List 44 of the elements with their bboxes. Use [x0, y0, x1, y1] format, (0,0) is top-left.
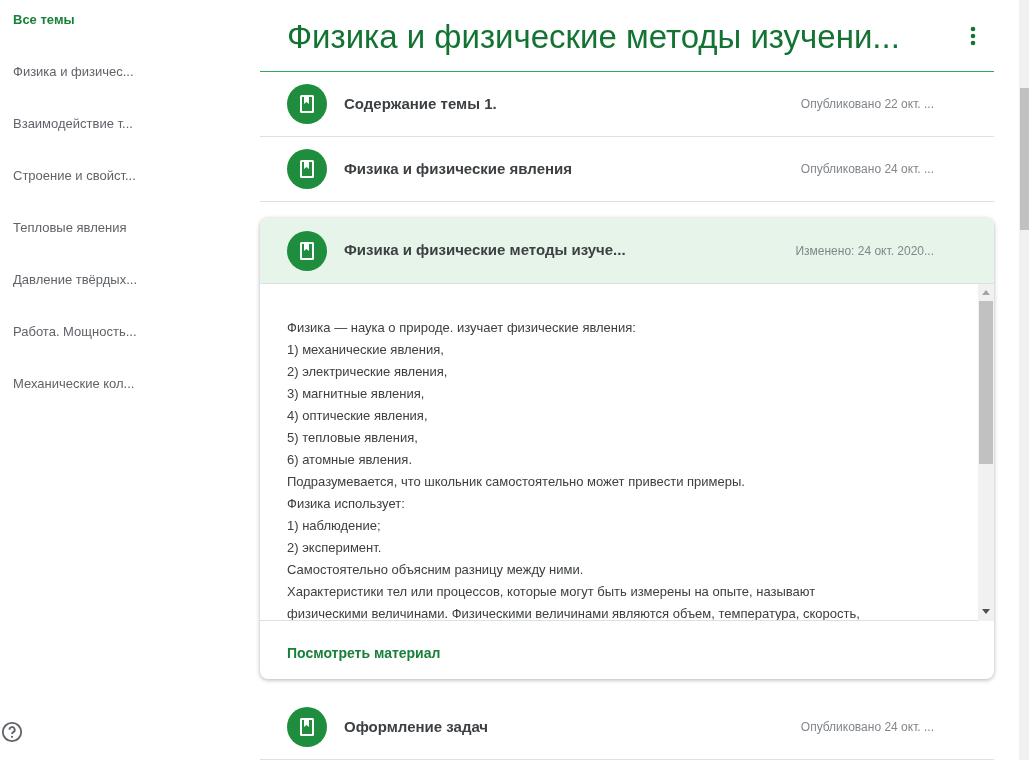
description-line: 2) эксперимент. — [287, 539, 382, 558]
book-icon — [287, 149, 327, 190]
material-title: Оформление задач — [344, 716, 490, 737]
description-line: Характеристики тел или процессов, которые могут быть измерены на опыте, называют — [287, 583, 816, 602]
description-line: 5) тепловые явления, — [287, 429, 418, 448]
material-date: Опубликовано 24 окт. ... — [800, 718, 934, 736]
more-icon[interactable] — [970, 25, 976, 46]
topic-title: Физика и физические методы изучени... — [287, 16, 901, 57]
description-line: 1) механические явления, — [287, 341, 444, 360]
description-line: физическими величинами. Физическими величинами являются объем, температура, скорость, — [287, 605, 860, 621]
material-date: Изменено: 24 окт. 2020... — [795, 242, 934, 260]
material-date: Опубликовано 22 окт. ... — [800, 96, 934, 114]
topic-link[interactable]: Все темы — [13, 10, 75, 62]
topic-link[interactable]: Тепловые явления — [13, 218, 127, 270]
description-line: 6) атомные явления. — [287, 451, 412, 470]
description-line: 1) наблюдение; — [287, 517, 381, 536]
material-title: Содержание темы 1. — [344, 93, 498, 114]
material-row[interactable]: Содержание темы 1. Опубликовано 22 окт. ... — [260, 72, 994, 138]
description-line: Самостоятельно объясним разницу между ними. — [287, 561, 584, 580]
description-line: 4) оптические явления, — [287, 407, 428, 426]
book-icon — [287, 706, 327, 747]
topic-link[interactable]: Работа. Мощность... — [13, 322, 137, 374]
book-icon — [287, 84, 327, 125]
description-line: Физика использует: — [287, 495, 405, 514]
material-row[interactable]: Физика и физические явления Опубликовано 24 окт. ... — [260, 137, 994, 203]
material-title: Физика и физические методы изуче... — [344, 240, 627, 261]
description-line: Подразумевается, что школьник самостоятельно может привести примеры. — [287, 473, 745, 492]
page-scrollbar[interactable] — [1019, 0, 1029, 760]
view-material-link[interactable]: Посмотреть материал — [287, 642, 441, 664]
topic-link[interactable]: Физика и физичес... — [13, 62, 134, 114]
help-icon[interactable] — [1, 721, 23, 743]
topic-link[interactable]: Строение и свойст... — [13, 166, 136, 218]
topic-link[interactable]: Давление твёрдых... — [13, 270, 138, 322]
description-line: 2) электрические явления, — [287, 363, 448, 382]
scrollbar[interactable] — [978, 284, 994, 622]
book-icon — [287, 230, 327, 271]
topic-link[interactable]: Механические кол... — [13, 374, 135, 426]
material-row[interactable]: Оформление задач Опубликовано 24 окт. ... — [260, 694, 994, 760]
description-line: Физика — наука о природе. изучает физические явления: — [287, 319, 636, 338]
material-header[interactable]: Физика и физические методы изуче... Изменено: 24 окт. 2020... — [260, 218, 994, 285]
material-date: Опубликовано 24 окт. ... — [800, 161, 934, 179]
description-line: 3) магнитные явления, — [287, 385, 425, 404]
material-title: Физика и физические явления — [344, 158, 574, 179]
topic-link[interactable]: Взаимодействие т... — [13, 114, 133, 166]
